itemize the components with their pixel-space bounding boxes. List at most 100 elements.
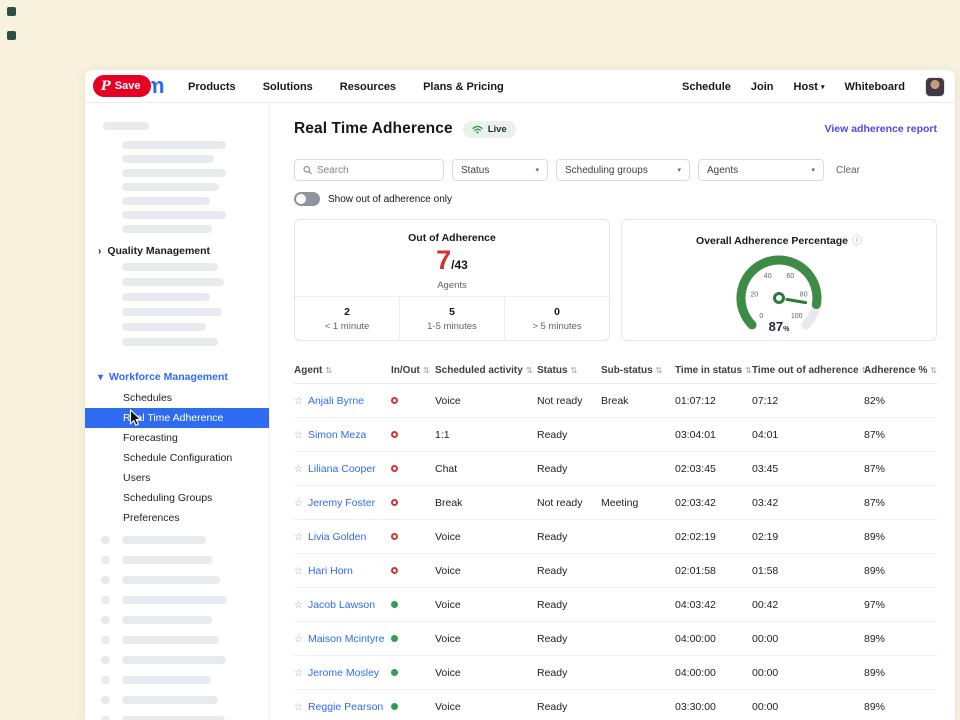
column-header-agent[interactable]: Agent⇅ — [294, 365, 391, 376]
star-icon[interactable]: ☆ — [294, 464, 303, 475]
nav-item-whiteboard[interactable]: Whiteboard — [845, 81, 906, 93]
column-header-in-out[interactable]: In/Out⇅ — [391, 365, 435, 376]
inout-cell — [391, 633, 435, 645]
table-row[interactable]: ☆Liliana CooperChatReady02:03:4503:4587% — [294, 452, 937, 486]
star-icon[interactable]: ☆ — [294, 600, 303, 611]
clear-filters-button[interactable]: Clear — [836, 165, 860, 176]
inout-cell — [391, 565, 435, 577]
star-icon[interactable]: ☆ — [294, 668, 303, 679]
column-header-status[interactable]: Status⇅ — [537, 365, 601, 376]
agent-link[interactable]: Liliana Cooper — [308, 463, 376, 475]
column-header-time-in-status[interactable]: Time in status⇅ — [675, 365, 752, 376]
adherence-cell: 82% — [864, 395, 936, 407]
skeleton-dash — [101, 636, 110, 644]
sidebar-item-scheduling-groups[interactable]: Scheduling Groups — [85, 488, 270, 508]
chevron-right-icon: › — [98, 246, 101, 257]
status-filter-label: Status — [461, 165, 489, 176]
star-icon[interactable]: ☆ — [294, 634, 303, 645]
agent-link[interactable]: Reggie Pearson — [308, 701, 383, 713]
inout-dot-out — [391, 397, 398, 404]
table-row[interactable]: ☆Maison McintyreVoiceReady04:00:0000:008… — [294, 622, 937, 656]
status-cell: Ready — [537, 701, 601, 713]
sidebar-item-users[interactable]: Users — [85, 468, 270, 488]
star-icon[interactable]: ☆ — [294, 532, 303, 543]
activity-cell: Voice — [435, 395, 537, 407]
sort-icon: ⇅ — [656, 366, 663, 375]
star-icon[interactable]: ☆ — [294, 566, 303, 577]
search-input[interactable] — [317, 165, 435, 176]
sidebar-item-schedule-configuration[interactable]: Schedule Configuration — [85, 448, 270, 468]
card-title-label: Overall Adherence Percentage — [696, 235, 848, 247]
inout-cell — [391, 531, 435, 543]
table-row[interactable]: ☆Jerome MosleyVoiceReady04:00:0000:0089% — [294, 656, 937, 690]
main-content: Real Time Adherence Live View adherence … — [270, 103, 955, 720]
sidebar-item-forecasting[interactable]: Forecasting — [85, 428, 270, 448]
skeleton-bar — [103, 122, 149, 130]
time-in-status-cell: 04:00:00 — [675, 667, 752, 679]
agent-link[interactable]: Livia Golden — [308, 531, 366, 543]
avatar[interactable] — [925, 77, 945, 97]
nav-item-products[interactable]: Products — [188, 81, 236, 93]
chevron-down-icon: ▾ — [677, 166, 681, 174]
agent-link[interactable]: Jeremy Foster — [308, 497, 375, 509]
star-icon[interactable]: ☆ — [294, 702, 303, 713]
column-header-sub-status[interactable]: Sub-status⇅ — [601, 365, 675, 376]
sidebar-item-preferences[interactable]: Preferences — [85, 508, 270, 528]
nav-item-host[interactable]: Host▾ — [794, 81, 825, 93]
skeleton-dash — [101, 556, 110, 564]
star-icon[interactable]: ☆ — [294, 498, 303, 509]
skeleton-bar — [122, 596, 227, 604]
skeleton-bar — [122, 323, 206, 331]
skeleton-bar — [122, 278, 224, 286]
agent-link[interactable]: Jacob Lawson — [308, 599, 375, 611]
agent-link[interactable]: Simon Meza — [308, 429, 366, 441]
nav-item-join[interactable]: Join — [751, 81, 774, 93]
status-cell: Not ready — [537, 497, 601, 509]
nav-item-schedule[interactable]: Schedule — [682, 81, 731, 93]
sidebar-item-schedules[interactable]: Schedules — [85, 388, 270, 408]
agent-link[interactable]: Jerome Mosley — [308, 667, 379, 679]
star-icon[interactable]: ☆ — [294, 430, 303, 441]
column-header-scheduled-activity[interactable]: Scheduled activity⇅ — [435, 365, 537, 376]
table-header: Agent⇅In/Out⇅Scheduled activity⇅Status⇅S… — [294, 358, 937, 384]
inout-dot-out — [391, 533, 398, 540]
nav-item-solutions[interactable]: Solutions — [263, 81, 313, 93]
status-filter-dropdown[interactable]: Status ▾ — [452, 159, 548, 181]
gauge-tick-label: 40 — [764, 273, 772, 280]
nav-left: Products Solutions Resources Plans & Pricin… — [188, 70, 504, 103]
table-row[interactable]: ☆Hari HornVoiceReady02:01:5801:5889% — [294, 554, 937, 588]
table-row[interactable]: ☆Simon Meza1:1Ready03:04:0104:0187% — [294, 418, 937, 452]
skeleton-bar — [122, 556, 213, 564]
inout-dot-out — [391, 499, 398, 506]
table-row[interactable]: ☆Reggie PearsonVoiceReady03:30:0000:0089… — [294, 690, 937, 720]
adherence-cell: 87% — [864, 429, 936, 441]
pinterest-save-button[interactable]: P Save — [93, 75, 151, 97]
inout-dot-out — [391, 465, 398, 472]
sidebar-section-workforce-management[interactable]: ▾ Workforce Management — [98, 370, 228, 384]
search-icon — [303, 165, 312, 175]
agents-filter-dropdown[interactable]: Agents ▾ — [698, 159, 824, 181]
column-header-time-out-of-adherence[interactable]: Time out of adherence⇅ — [752, 365, 864, 376]
table-row[interactable]: ☆Livia GoldenVoiceReady02:02:1902:1989% — [294, 520, 937, 554]
nav-item-resources[interactable]: Resources — [340, 81, 396, 93]
table-row[interactable]: ☆Anjali ByrneVoiceNot readyBreak01:07:12… — [294, 384, 937, 418]
table-row[interactable]: ☆Jacob LawsonVoiceReady04:03:4200:4297% — [294, 588, 937, 622]
out-of-adherence-toggle[interactable] — [294, 192, 320, 206]
table-row[interactable]: ☆Jeremy FosterBreakNot readyMeeting02:03… — [294, 486, 937, 520]
activity-cell: Chat — [435, 463, 537, 475]
sidebar-section-quality-management[interactable]: › Quality Management — [98, 244, 210, 258]
search-input-wrap[interactable] — [294, 159, 444, 181]
scheduling-groups-filter-dropdown[interactable]: Scheduling groups ▾ — [556, 159, 690, 181]
agent-link[interactable]: Maison Mcintyre — [308, 633, 384, 645]
nav-item-plans-pricing[interactable]: Plans & Pricing — [423, 81, 504, 93]
status-cell: Ready — [537, 599, 601, 611]
star-icon[interactable]: ☆ — [294, 396, 303, 407]
agent-link[interactable]: Anjali Byrne — [308, 395, 364, 407]
bucket-value: 5 — [400, 306, 504, 318]
view-adherence-report-link[interactable]: View adherence report — [825, 123, 937, 135]
adherence-cell: 89% — [864, 531, 936, 543]
info-icon[interactable]: ⓘ — [852, 236, 862, 247]
sidebar-item-real-time-adherence[interactable]: Real Time Adherence — [85, 408, 270, 428]
agent-link[interactable]: Hari Horn — [308, 565, 353, 577]
column-header-adherence[interactable]: Adherence %⇅ — [864, 365, 936, 376]
